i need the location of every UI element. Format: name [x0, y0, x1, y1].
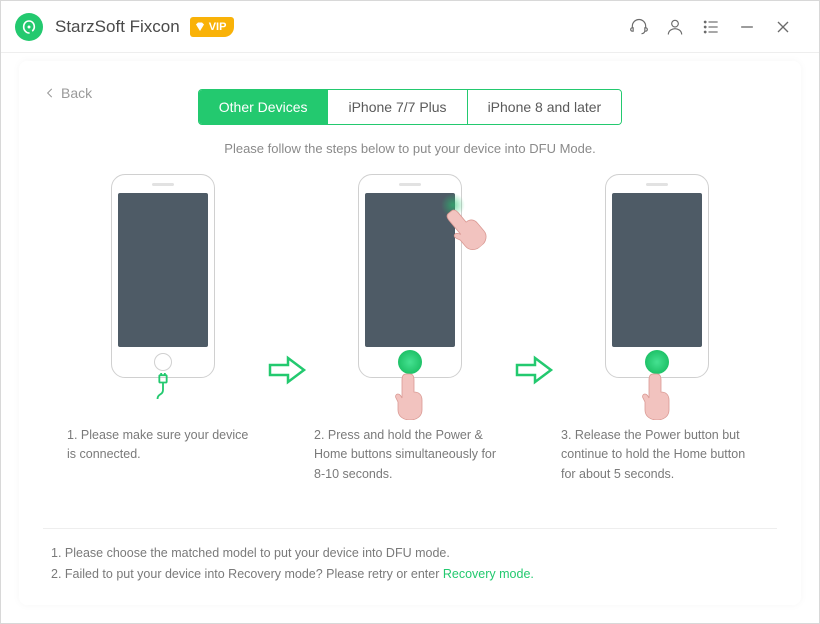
step-2: 2. Press and hold the Power & Home butto…	[310, 174, 510, 484]
vip-label: VIP	[209, 21, 227, 33]
step-1: 1. Please make sure your device is conne…	[63, 174, 263, 465]
phone-illustration	[358, 174, 462, 378]
vip-badge[interactable]: VIP	[190, 17, 235, 37]
back-label: Back	[61, 85, 92, 101]
tab-other-devices[interactable]: Other Devices	[199, 90, 329, 124]
account-icon[interactable]	[657, 9, 693, 45]
step-3-caption: 3. Release the Power button but continue…	[557, 426, 757, 484]
phone-illustration	[111, 174, 215, 378]
cable-icon	[152, 373, 174, 408]
step-1-caption: 1. Please make sure your device is conne…	[63, 426, 263, 465]
finger-icon	[641, 370, 673, 420]
close-button[interactable]	[765, 9, 801, 45]
titlebar: StarzSoft Fixcon VIP	[1, 1, 819, 53]
tab-iphone-7[interactable]: iPhone 7/7 Plus	[328, 90, 467, 124]
tab-iphone-8-later[interactable]: iPhone 8 and later	[468, 90, 622, 124]
steps-row: 1. Please make sure your device is conne…	[43, 174, 777, 484]
support-icon[interactable]	[621, 9, 657, 45]
step-2-caption: 2. Press and hold the Power & Home butto…	[310, 426, 510, 484]
footer-line-2: 2. Failed to put your device into Recove…	[51, 564, 769, 585]
main-card: Back Other Devices iPhone 7/7 Plus iPhon…	[19, 61, 801, 605]
footer-line-1: 1. Please choose the matched model to pu…	[51, 543, 769, 564]
chevron-left-icon	[43, 86, 57, 100]
app-title: StarzSoft Fixcon	[55, 17, 180, 37]
minimize-button[interactable]	[729, 9, 765, 45]
diamond-icon	[194, 21, 206, 33]
back-button[interactable]: Back	[43, 85, 92, 101]
arrow-icon	[267, 355, 307, 390]
finger-icon	[394, 370, 426, 420]
instruction-text: Please follow the steps below to put you…	[43, 141, 777, 156]
recovery-mode-link[interactable]: Recovery mode.	[443, 567, 534, 581]
phone-illustration	[605, 174, 709, 378]
app-window: StarzSoft Fixcon VIP Back Other	[0, 0, 820, 624]
footer-notes: 1. Please choose the matched model to pu…	[43, 528, 777, 592]
menu-icon[interactable]	[693, 9, 729, 45]
arrow-icon	[514, 355, 554, 390]
device-tabs: Other Devices iPhone 7/7 Plus iPhone 8 a…	[43, 89, 777, 125]
app-logo-icon	[15, 13, 43, 41]
step-3: 3. Release the Power button but continue…	[557, 174, 757, 484]
